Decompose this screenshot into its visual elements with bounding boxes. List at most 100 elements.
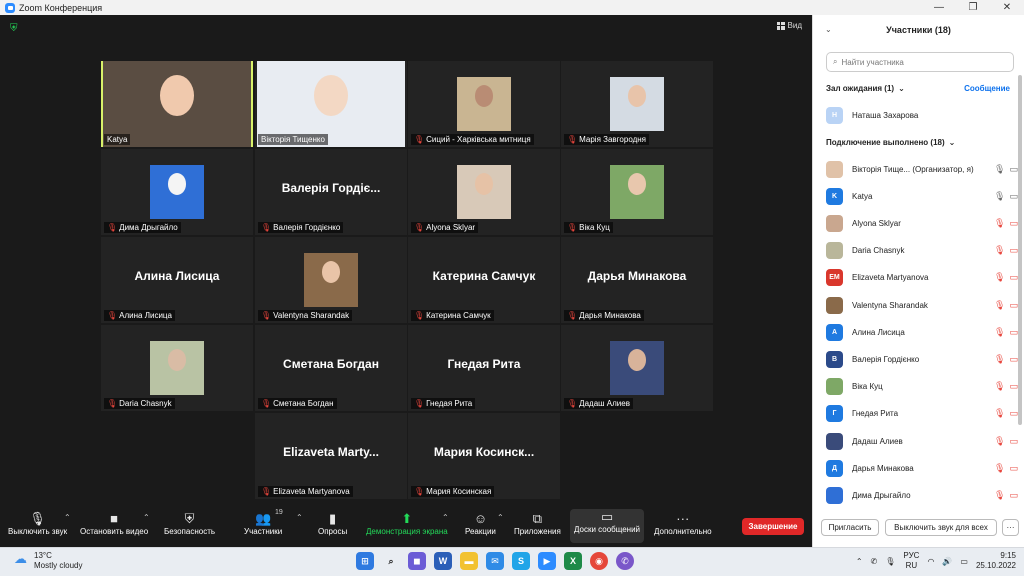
participant-face [475,85,493,107]
wifi-icon[interactable]: ◠ [927,557,934,566]
share-options-chevron-icon[interactable]: ⌃ [442,513,449,522]
mic-muted-icon: 🎙 [414,487,425,496]
participant-video [457,77,511,131]
search-icon[interactable]: ⌕ [382,552,400,570]
participant-row[interactable]: Дадаш Алиев 🎙 ▭ [826,431,1018,451]
participant-face [322,261,340,283]
start-windows-icon[interactable]: ⊞ [356,552,374,570]
video-tile[interactable]: 🎙 Віка Куц [561,149,713,235]
weather-widget[interactable]: ☁ 13°C Mostly cloudy [14,551,82,571]
view-label: Вид [787,21,802,30]
chat-icon[interactable]: ◼ [408,552,426,570]
viber-tray-icon[interactable]: ✆ [871,557,878,566]
video-tile[interactable]: 🎙 Марія Завгородня [561,61,713,147]
participant-row[interactable]: Дима Дрыгайло 🎙 ▭ [826,485,1018,505]
mail-icon[interactable]: ✉ [486,552,504,570]
waiting-room-header[interactable]: Зал ожидания (1) ⌄ [826,84,905,93]
participant-caption: 🎙 Сиций - Харківська митниця [411,134,534,145]
encryption-shield-icon[interactable]: ⛨ [10,23,20,34]
participant-row[interactable]: Alyona Sklyar 🎙 ▭ [826,213,1018,233]
participants-options-chevron-icon[interactable]: ⌃ [296,513,303,522]
participant-row[interactable]: Г Гнедая Рита 🎙 ▭ [826,404,1018,424]
participant-status-icons: 🎙 ▭ [994,381,1018,392]
participant-row[interactable]: Віка Куц 🎙 ▭ [826,377,1018,397]
video-tile[interactable]: Сметана Богдан 🎙 Сметана Богдан [255,325,407,411]
share-screen-button[interactable]: ⬆ Демонстрация экрана [366,511,448,536]
video-tile[interactable]: 🎙 Valentyna Sharandak [255,237,407,323]
minimize-button[interactable]: — [922,0,956,15]
mute-options-chevron-icon[interactable]: ⌃ [64,513,71,522]
reactions-options-chevron-icon[interactable]: ⌃ [497,513,504,522]
mute-all-button[interactable]: Выключить звук для всех [885,519,997,536]
mic-muted-icon: 🎙 [261,399,272,408]
video-tile[interactable]: Вікторія Тищенко [255,61,407,147]
connected-header[interactable]: Подключение выполнено (18) ⌄ [826,138,955,147]
video-tile[interactable]: Katya [101,61,253,147]
panel-more-button[interactable]: ··· [1002,519,1019,536]
video-tile[interactable]: Катерина Самчук 🎙 Катерина Самчук [408,237,560,323]
avatar: Д [826,459,843,477]
video-tile[interactable]: Валерія Гордіє... 🎙 Валерія Гордієнко [255,149,407,235]
participant-row[interactable]: Daria Chasnyk 🎙 ▭ [826,241,1018,261]
participants-panel: ⌄ Участники (18) ⌕ Найти участника Зал о… [812,15,1024,547]
excel-icon[interactable]: X [564,552,582,570]
video-tile[interactable]: Алина Лисица 🎙 Алина Лисица [101,237,253,323]
mute-button[interactable]: 🎙 Выключить звук [8,511,67,536]
waiting-participant-row[interactable]: Н Наташа Захарова [826,105,1018,125]
video-tile[interactable]: Гнедая Рита 🎙 Гнедая Рита [408,325,560,411]
end-meeting-button[interactable]: Завершение [742,518,804,535]
participant-row[interactable]: В Валерія Гордієнко 🎙 ▭ [826,349,1018,369]
participant-row[interactable]: EM Elizaveta Martyanova 🎙 ▭ [826,268,1018,288]
security-button[interactable]: ⛨ Безопасность [164,511,215,536]
participant-name: Daria Chasnyk [852,246,905,256]
stop-video-button[interactable]: ■ Остановить видео [80,511,148,536]
video-options-chevron-icon[interactable]: ⌃ [143,513,150,522]
participant-search-input[interactable]: ⌕ Найти участника [826,52,1014,72]
tray-chevron-up-icon[interactable]: ⌃ [856,557,863,566]
participant-status-icons: 🎙 ▭ [994,272,1018,283]
reactions-button[interactable]: ☺ Реакции [465,511,496,536]
participant-row[interactable]: Valentyna Sharandak 🎙 ▭ [826,295,1018,315]
participant-name: Наташа Захарова [852,110,919,120]
participants-scrollbar[interactable] [1018,75,1022,425]
waiting-message-button[interactable]: Сообщение [964,84,1010,93]
video-tile[interactable]: 🎙 Alyona Sklyar [408,149,560,235]
file-explorer-icon[interactable]: ▬ [460,552,478,570]
caption-text: Daria Chasnyk [119,399,172,408]
participant-name: Дадаш Алиев [852,436,903,446]
mic-tray-icon[interactable]: 🎙 [885,557,895,566]
participant-face [628,349,646,371]
video-tile[interactable]: Elizaveta Marty... 🎙 Elizaveta Martyanova [255,413,407,499]
viber-icon[interactable]: ✆ [616,552,634,570]
video-tile[interactable]: Мария Косинск... 🎙 Мария Косинская [408,413,560,499]
apps-button[interactable]: ⧉ Приложения [514,511,561,536]
video-tile[interactable]: 🎙 Дима Дрыгайло [101,149,253,235]
more-button[interactable]: ··· Дополнительно [654,511,712,536]
view-button[interactable]: Вид [776,21,802,30]
chrome-icon[interactable]: ◉ [590,552,608,570]
video-tile[interactable]: 🎙 Сиций - Харківська митниця [408,61,560,147]
participant-row[interactable]: K Katya 🎙 ▭ [826,186,1018,206]
battery-icon[interactable]: ▭ [960,557,968,566]
word-icon[interactable]: W [434,552,452,570]
language-indicator[interactable]: РУС RU [903,551,919,571]
participant-row[interactable]: А Алина Лисица 🎙 ▭ [826,322,1018,342]
participant-row[interactable]: Вікторія Тище... (Организатор, я) 🎙 ▭ [826,159,1018,179]
participant-row[interactable]: Д Дарья Минакова 🎙 ▭ [826,458,1018,478]
zoom-icon[interactable]: ▶ [538,552,556,570]
video-tile[interactable]: 🎙 Daria Chasnyk [101,325,253,411]
video-tile[interactable]: Дарья Минакова 🎙 Дарья Минакова [561,237,713,323]
clock[interactable]: 9:15 25.10.2022 [976,551,1016,571]
speaker-icon[interactable]: 🔊 [942,557,952,566]
whiteboard-button[interactable]: ▭ Доски сообщений [570,509,645,543]
polls-button[interactable]: ▮ Опросы [318,511,347,536]
shield-icon: ⛨ [184,511,195,526]
skype-icon[interactable]: S [512,552,530,570]
video-tile[interactable]: 🎙 Дадаш Алиев [561,325,713,411]
invite-button[interactable]: Пригласить [821,519,879,536]
participant-name: Алина Лисица [852,327,905,337]
avatar [826,242,843,260]
close-button[interactable]: ✕ [990,0,1024,15]
whiteboard-icon: ▭ [600,509,614,524]
maximize-button[interactable]: ❐ [956,0,990,15]
